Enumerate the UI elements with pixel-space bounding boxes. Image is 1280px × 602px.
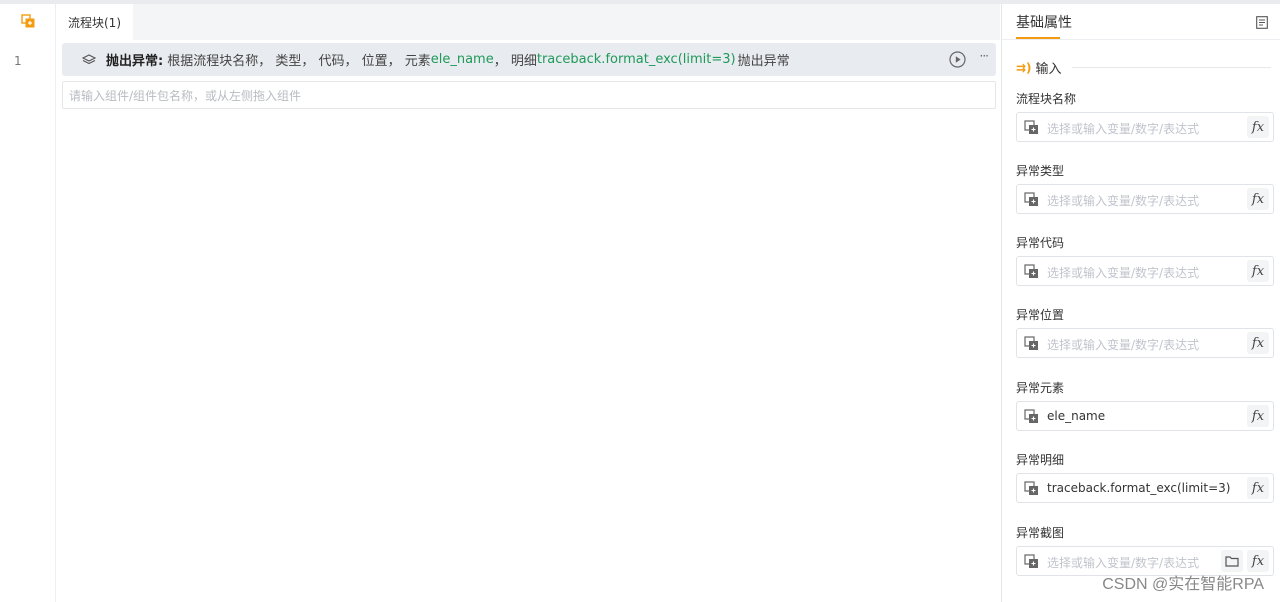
input-section-header: ⇉) 输入 — [1016, 58, 1271, 77]
fx-button[interactable]: fx — [1247, 260, 1269, 282]
fx-button[interactable]: fx — [1247, 116, 1269, 138]
property-field: 异常明细 traceback.format_exc(limit=3) fx — [1016, 451, 1274, 503]
field-label: 异常截图 — [1016, 526, 1065, 540]
field-value: traceback.format_exc(limit=3) — [1047, 481, 1231, 495]
panel-title[interactable]: 基础属性 — [1016, 12, 1072, 32]
input-section-title: 输入 — [1035, 62, 1062, 77]
field-input[interactable]: ele_name fx — [1016, 401, 1274, 431]
fx-button[interactable]: fx — [1247, 477, 1269, 499]
field-input[interactable]: 选择或输入变量/数字/表达式 fx — [1016, 184, 1274, 214]
section-divider — [1071, 67, 1271, 68]
field-placeholder: 选择或输入变量/数字/表达式 — [1047, 194, 1200, 208]
fx-button[interactable]: fx — [1247, 188, 1269, 210]
line-number: 1 — [14, 54, 22, 68]
tab-label: 流程块(1) — [68, 15, 121, 30]
panel-header: 基础属性 — [1002, 4, 1280, 40]
property-field: 异常元素 ele_name fx — [1016, 379, 1274, 431]
field-placeholder: 选择或输入变量/数字/表达式 — [1047, 266, 1200, 280]
property-field: 流程块名称选择或输入变量/数字/表达式 fx — [1016, 90, 1274, 142]
watermark: CSDN @实在智能RPA — [1102, 576, 1264, 593]
field-label: 异常类型 — [1016, 164, 1065, 178]
gutter-header — [0, 4, 55, 40]
add-component-input[interactable]: 请输入组件/组件包名称，或从左侧拖入组件 — [62, 81, 996, 109]
run-icon[interactable] — [949, 51, 966, 72]
flow-editor: 流程块(1) 抛出异常: 根据流程块名称， 类型， 代码， 位置， 元素 ele… — [56, 4, 1000, 602]
active-tab-indicator — [1016, 37, 1060, 39]
input-arrow-icon: ⇉) — [1016, 60, 1032, 75]
add-component-placeholder: 请输入组件/组件包名称，或从左侧拖入组件 — [69, 88, 302, 103]
property-field: 异常代码选择或输入变量/数字/表达式 fx — [1016, 234, 1274, 286]
property-field: 异常截图选择或输入变量/数字/表达式 fx — [1016, 524, 1274, 576]
component-library-icon[interactable] — [20, 13, 35, 32]
field-label: 流程块名称 — [1016, 92, 1077, 106]
tab-flow-block[interactable]: 流程块(1) — [56, 4, 133, 40]
field-input[interactable]: 选择或输入变量/数字/表达式 fx — [1016, 328, 1274, 358]
properties-panel: 基础属性 ⇉) 输入 流程块名称 选择或输入变量/数字/表达式 fx 异常类型 选择或输… — [1001, 4, 1280, 602]
variable-icon[interactable] — [1024, 192, 1039, 211]
variable-icon[interactable] — [1024, 409, 1039, 428]
more-icon[interactable]: ··· — [980, 49, 990, 63]
property-field: 异常类型选择或输入变量/数字/表达式 fx — [1016, 162, 1274, 214]
field-placeholder: 选择或输入变量/数字/表达式 — [1047, 556, 1200, 570]
field-input[interactable]: 选择或输入变量/数字/表达式 fx — [1016, 256, 1274, 286]
field-placeholder: 选择或输入变量/数字/表达式 — [1047, 338, 1200, 352]
step-title: 抛出异常: — [106, 54, 164, 69]
fx-button[interactable]: fx — [1247, 405, 1269, 427]
variable-icon[interactable] — [1024, 554, 1039, 573]
variable-icon[interactable] — [1024, 481, 1039, 500]
variable-icon[interactable] — [1024, 336, 1039, 355]
property-field: 异常位置选择或输入变量/数字/表达式 fx — [1016, 306, 1274, 358]
variable-icon[interactable] — [1024, 120, 1039, 139]
layers-icon — [82, 52, 98, 68]
field-label: 异常位置 — [1016, 308, 1065, 322]
folder-icon[interactable] — [1221, 550, 1243, 572]
fx-button[interactable]: fx — [1247, 332, 1269, 354]
step-desc-2: ， 明细 — [493, 54, 537, 69]
field-label: 异常明细 — [1016, 453, 1065, 467]
throw-exception-step[interactable]: 抛出异常: 根据流程块名称， 类型， 代码， 位置， 元素 ele_name ，… — [62, 43, 996, 76]
panel-doc-icon[interactable] — [1256, 14, 1268, 33]
field-placeholder: 选择或输入变量/数字/表达式 — [1047, 122, 1200, 136]
step-desc-3: 抛出异常 — [737, 54, 790, 69]
tab-bar: 流程块(1) — [56, 4, 1000, 40]
field-label: 异常代码 — [1016, 236, 1065, 250]
step-var-detail: traceback.format_exc(limit=3) — [536, 52, 736, 67]
step-var-element: ele_name — [430, 52, 494, 67]
field-input[interactable]: 选择或输入变量/数字/表达式 fx — [1016, 112, 1274, 142]
fx-button[interactable]: fx — [1247, 550, 1269, 572]
line-gutter: 1 — [0, 4, 56, 602]
variable-icon[interactable] — [1024, 264, 1039, 283]
field-input[interactable]: traceback.format_exc(limit=3) fx — [1016, 473, 1274, 503]
field-label: 异常元素 — [1016, 381, 1065, 395]
step-desc-1: 根据流程块名称， 类型， 代码， 位置， 元素 — [167, 54, 431, 69]
field-value: ele_name — [1047, 409, 1106, 423]
